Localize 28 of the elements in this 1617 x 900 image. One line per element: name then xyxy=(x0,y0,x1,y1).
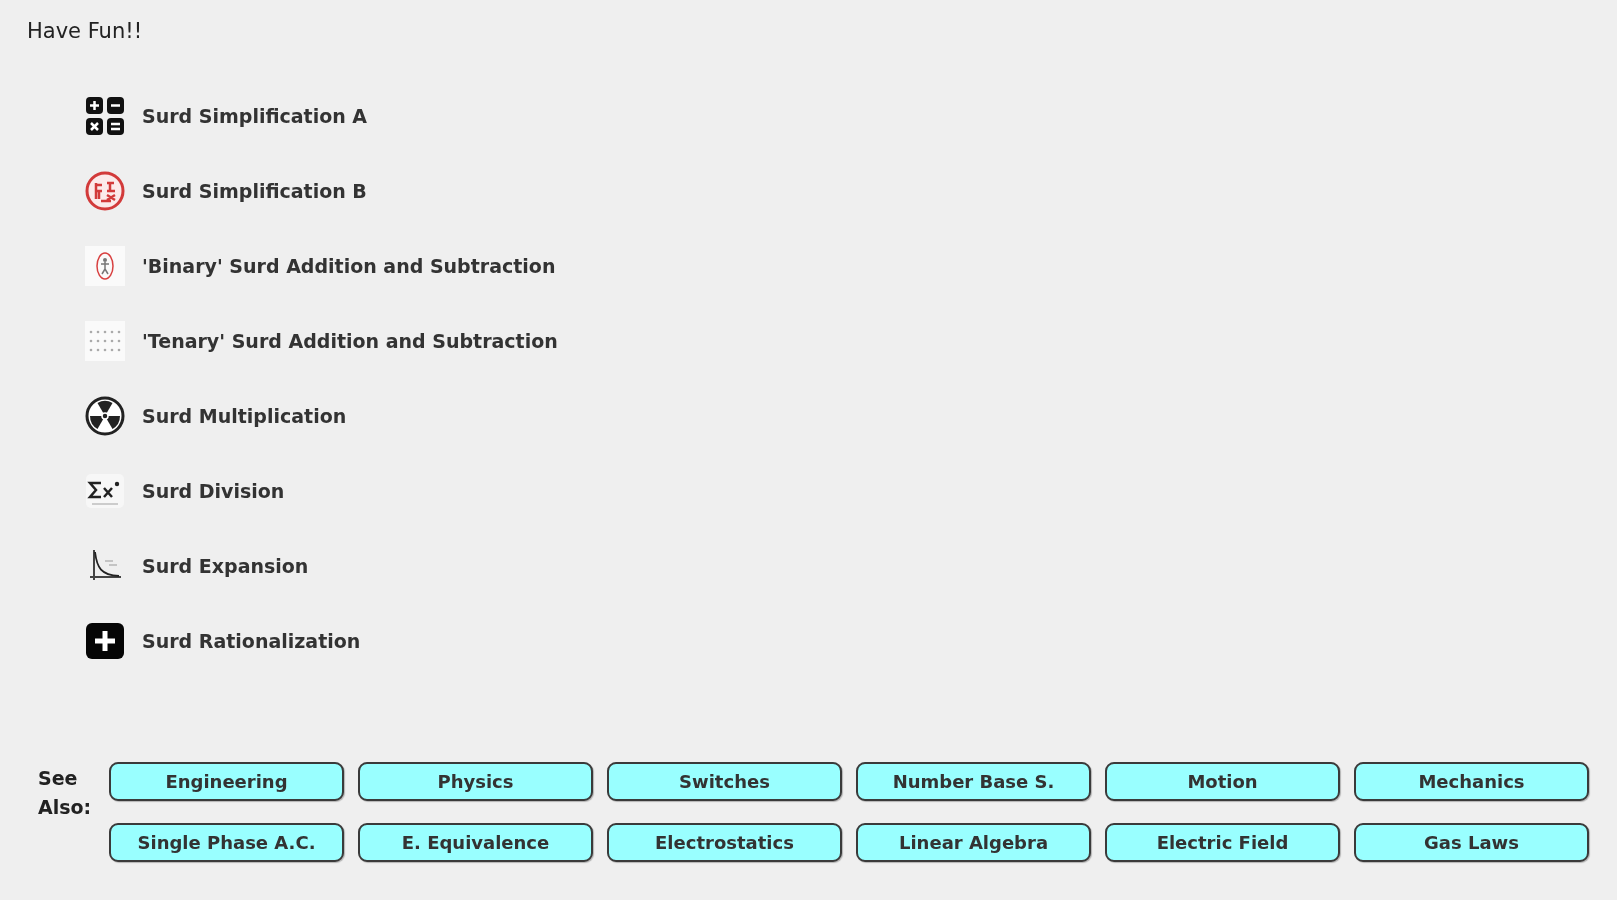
link-button[interactable]: Linear Algebra xyxy=(856,823,1091,862)
dot-grid-icon xyxy=(85,321,125,361)
activity-link[interactable]: Surd Rationalization xyxy=(142,629,361,653)
link-button[interactable]: Electric Field xyxy=(1105,823,1340,862)
sum-icon xyxy=(85,471,125,511)
link-button[interactable]: Mechanics xyxy=(1354,762,1589,801)
link-button[interactable]: Motion xyxy=(1105,762,1340,801)
activity-link[interactable]: 'Tenary' Surd Addition and Subtraction xyxy=(142,329,558,353)
link-button[interactable]: Number Base S. xyxy=(856,762,1091,801)
activity-link[interactable]: 'Binary' Surd Addition and Subtraction xyxy=(142,254,556,278)
see-also-label: See Also: xyxy=(38,766,93,820)
activity-link[interactable]: Surd Simplification A xyxy=(142,104,368,128)
math-operators-icon xyxy=(85,96,125,136)
plus-icon xyxy=(85,621,125,661)
activity-link[interactable]: Surd Division xyxy=(142,479,285,503)
page-heading: Have Fun!! xyxy=(27,19,143,43)
seal-icon xyxy=(85,171,125,211)
link-button[interactable]: Electrostatics xyxy=(607,823,842,862)
radiation-icon xyxy=(85,396,125,436)
link-button[interactable]: Engineering xyxy=(109,762,344,801)
link-button[interactable]: E. Equivalence xyxy=(358,823,593,862)
link-button[interactable]: Physics xyxy=(358,762,593,801)
link-button[interactable]: Gas Laws xyxy=(1354,823,1589,862)
activity-link[interactable]: Surd Simplification B xyxy=(142,179,367,203)
link-button[interactable]: Single Phase A.C. xyxy=(109,823,344,862)
activity-link[interactable]: Surd Expansion xyxy=(142,554,309,578)
link-button[interactable]: Switches xyxy=(607,762,842,801)
activity-link[interactable]: Surd Multiplication xyxy=(142,404,347,428)
